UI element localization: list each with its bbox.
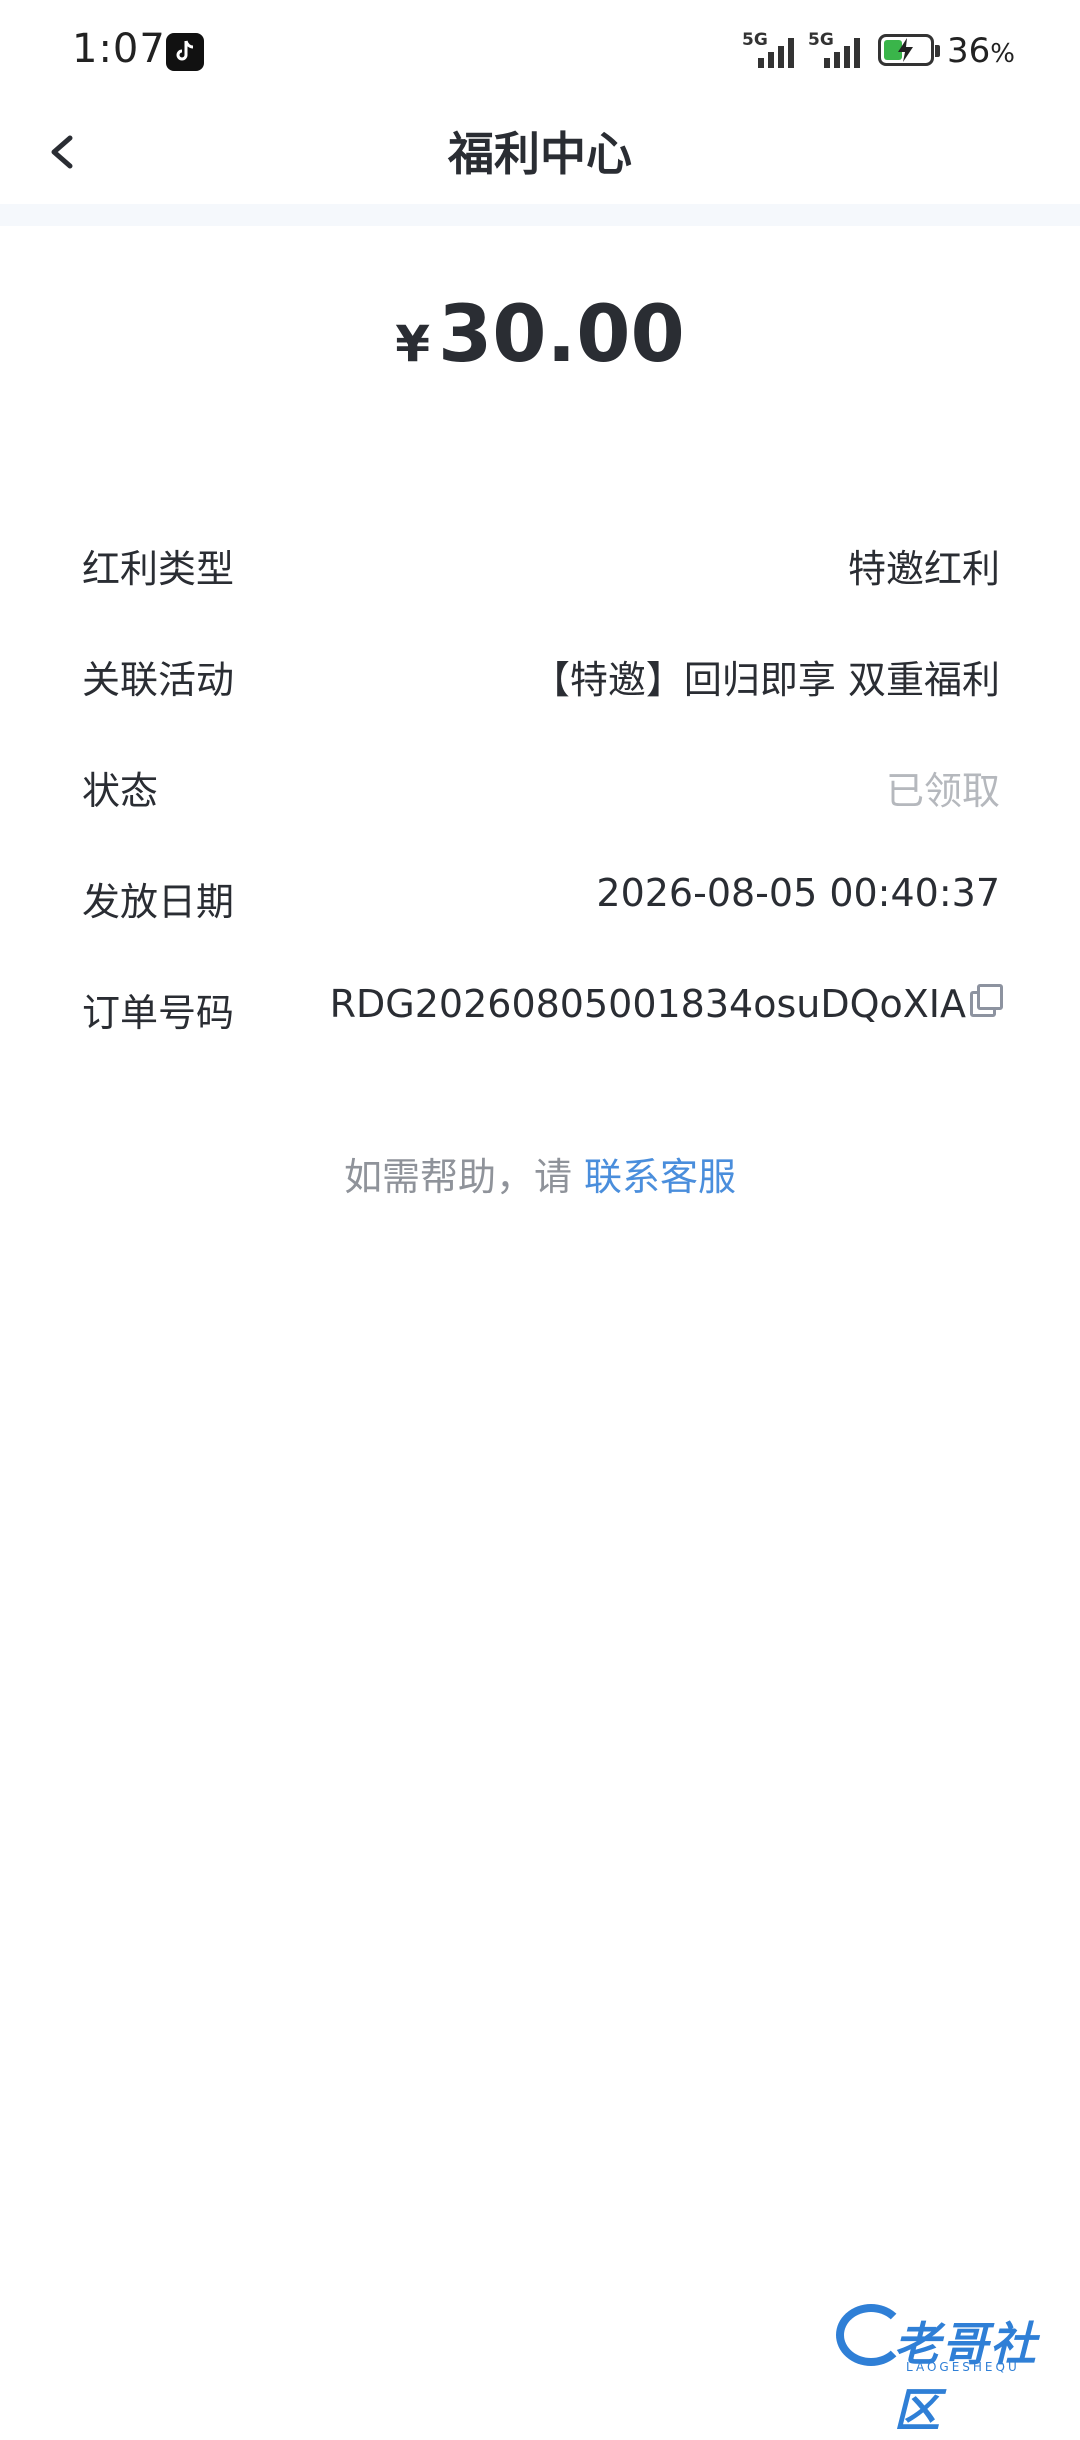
- battery-charging-icon: [878, 34, 940, 66]
- help-text: 如需帮助，请 联系客服: [0, 1146, 1080, 1201]
- tiktok-notification-icon: [166, 33, 204, 71]
- activity-label: 关联活动: [82, 658, 235, 702]
- signal-2-icon: 5G: [808, 30, 864, 70]
- bonus-amount: ¥30.00: [0, 290, 1080, 380]
- detail-row-activity: 关联活动 【特邀】回归即享 双重福利: [82, 641, 1000, 705]
- header-divider: [0, 204, 1080, 226]
- signal-1-icon: 5G: [742, 30, 798, 70]
- detail-row-status: 状态 已领取: [82, 752, 1000, 816]
- order-number: RDG20260805001834osuDQoXIA: [329, 982, 966, 1026]
- watermark-logo: 老哥社区 LAOGESHEQU: [836, 2298, 1066, 2437]
- watermark-subtext: LAOGESHEQU: [906, 2360, 1020, 2374]
- page-title: 福利中心: [448, 127, 632, 181]
- watermark-text: 老哥社区: [894, 2317, 1038, 2437]
- copy-icon[interactable]: [968, 982, 1003, 1017]
- currency-symbol: ¥: [395, 315, 431, 373]
- status-label: 状态: [82, 769, 159, 813]
- amount-value: 30.00: [438, 290, 685, 380]
- type-label: 红利类型: [82, 547, 235, 591]
- battery-percent: 36%: [947, 31, 1015, 71]
- date-label: 发放日期: [82, 880, 235, 924]
- activity-value: 【特邀】回归即享 双重福利: [531, 658, 1000, 702]
- detail-row-order: 订单号码 RDG20260805001834osuDQoXIA: [82, 974, 1003, 1038]
- status-value: 已领取: [885, 769, 1000, 813]
- status-bar: 1:07 5G 5G 36%: [0, 0, 1080, 100]
- detail-row-date: 发放日期 2026-08-05 00:40:37: [82, 863, 1000, 927]
- date-value: 2026-08-05 00:40:37: [596, 871, 1000, 915]
- help-prefix: 如需帮助，请: [343, 1155, 585, 1199]
- order-value-group: RDG20260805001834osuDQoXIA: [329, 982, 1003, 1026]
- type-value: 特邀红利: [847, 547, 1000, 591]
- contact-support-link[interactable]: 联系客服: [584, 1155, 736, 1199]
- detail-row-type: 红利类型 特邀红利: [82, 530, 1000, 594]
- status-time: 1:07: [72, 26, 166, 72]
- app-header: 福利中心: [0, 100, 1080, 204]
- order-label: 订单号码: [82, 991, 235, 1035]
